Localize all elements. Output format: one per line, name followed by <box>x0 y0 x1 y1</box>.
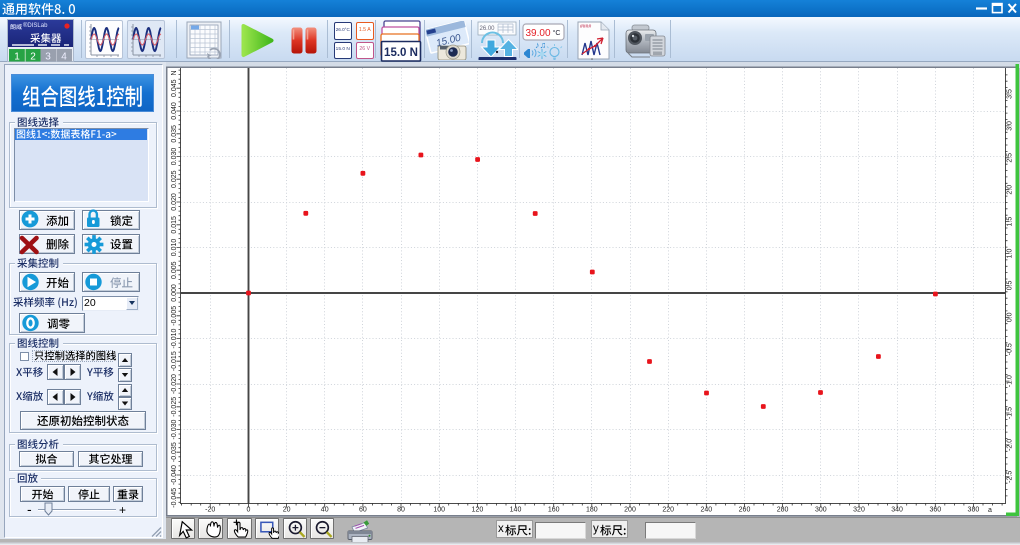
svg-text:280: 280 <box>777 507 789 514</box>
svg-text:-0.5: -0.5 <box>1007 343 1014 355</box>
svg-text:0: 0 <box>246 507 250 514</box>
svg-text:1.5: 1.5 <box>1007 217 1014 227</box>
svg-text:300: 300 <box>815 507 827 514</box>
svg-text:0.045: 0.045 <box>171 79 178 97</box>
svg-text:0.010: 0.010 <box>171 239 178 257</box>
svg-text:0.000: 0.000 <box>171 284 178 302</box>
svg-text:-0.030: -0.030 <box>171 419 178 439</box>
svg-text:0.040: 0.040 <box>171 102 178 120</box>
svg-text:°C: °C <box>553 29 561 37</box>
svg-text:180: 180 <box>586 507 598 514</box>
svg-text:15.0 N: 15.0 N <box>384 47 418 59</box>
svg-text:200: 200 <box>624 507 636 514</box>
svg-text:340: 340 <box>891 507 903 514</box>
svg-text:40: 40 <box>321 507 329 514</box>
svg-text:-0.005: -0.005 <box>171 306 178 326</box>
svg-text:-0.015: -0.015 <box>171 351 178 371</box>
svg-text:3.0: 3.0 <box>1007 121 1014 131</box>
svg-text:0.0: 0.0 <box>1007 312 1014 322</box>
svg-text:-2.5: -2.5 <box>1007 471 1014 483</box>
svg-text:0.005: 0.005 <box>171 261 178 279</box>
svg-text:-0.045: -0.045 <box>171 488 178 508</box>
svg-text:-1.5: -1.5 <box>1007 407 1014 419</box>
svg-text:220: 220 <box>662 507 674 514</box>
svg-text:4: 4 <box>61 52 67 63</box>
svg-text:0.025: 0.025 <box>171 170 178 188</box>
svg-text:39.00: 39.00 <box>525 28 550 39</box>
svg-text:26.00: 26.00 <box>479 26 495 32</box>
svg-text:-20: -20 <box>205 507 215 514</box>
svg-text:140: 140 <box>510 507 522 514</box>
svg-text:240: 240 <box>700 507 712 514</box>
svg-text:a: a <box>988 507 992 514</box>
svg-text:-2.0: -2.0 <box>1007 439 1014 451</box>
svg-text:260: 260 <box>739 507 751 514</box>
svg-text:2.5: 2.5 <box>1007 153 1014 163</box>
svg-text:20: 20 <box>283 507 291 514</box>
svg-text:320: 320 <box>853 507 865 514</box>
svg-text:N: N <box>171 70 178 75</box>
svg-text:♪♫: ♪♫ <box>535 40 546 50</box>
svg-text:60: 60 <box>359 507 367 514</box>
svg-text:0.020: 0.020 <box>171 193 178 211</box>
svg-text:-0.010: -0.010 <box>171 328 178 348</box>
svg-text:0.035: 0.035 <box>171 125 178 143</box>
svg-text:-0.035: -0.035 <box>171 442 178 462</box>
svg-text:1.0: 1.0 <box>1007 249 1014 259</box>
svg-text:3: 3 <box>45 52 51 63</box>
svg-text:2.0: 2.0 <box>1007 185 1014 195</box>
svg-text:160: 160 <box>548 507 560 514</box>
svg-text:-0.040: -0.040 <box>171 465 178 485</box>
svg-text:100: 100 <box>433 507 445 514</box>
svg-text:380: 380 <box>968 507 980 514</box>
svg-text:-0.020: -0.020 <box>171 374 178 394</box>
svg-text:####: #### <box>580 24 591 30</box>
svg-text:0.030: 0.030 <box>171 148 178 166</box>
svg-text:1: 1 <box>14 52 20 63</box>
svg-text:-1.0: -1.0 <box>1007 375 1014 387</box>
svg-text:120: 120 <box>472 507 484 514</box>
svg-text:0.015: 0.015 <box>171 216 178 234</box>
svg-text:360: 360 <box>929 507 941 514</box>
svg-text:-0.025: -0.025 <box>171 397 178 417</box>
svg-text:3.5: 3.5 <box>1007 89 1014 99</box>
svg-text:0.5: 0.5 <box>1007 280 1014 290</box>
svg-text:80: 80 <box>397 507 405 514</box>
svg-text:2: 2 <box>30 52 36 63</box>
